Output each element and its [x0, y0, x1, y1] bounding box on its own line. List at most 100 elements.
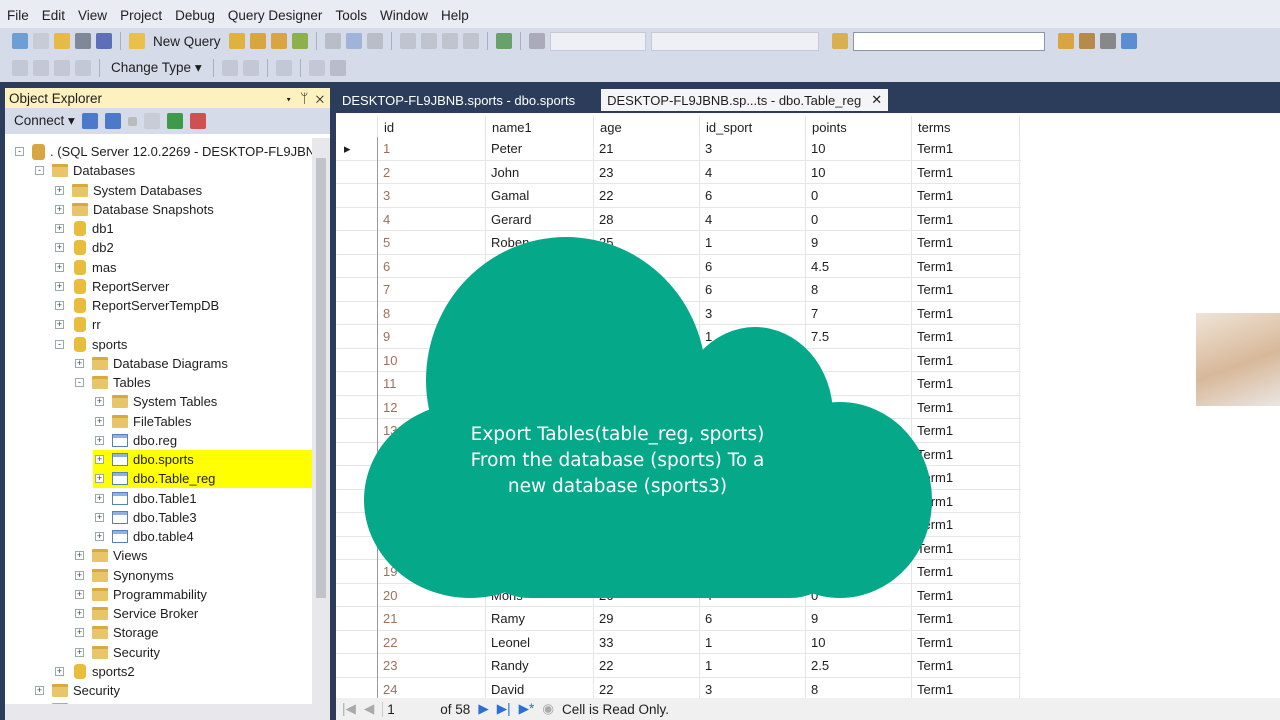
cell-points[interactable] — [806, 489, 912, 513]
tree-node[interactable]: + dbo.sports — [93, 450, 312, 469]
cell-id[interactable]: 24 — [378, 677, 486, 698]
tree-node[interactable]: + mas — [55, 258, 117, 277]
cell-age[interactable]: 23 — [594, 160, 700, 184]
cell-id[interactable]: 7 — [378, 278, 486, 302]
table-row[interactable]: 4 Gerard 28 4 0 Term1 — [336, 207, 1021, 231]
expand-icon[interactable]: + — [55, 281, 64, 291]
stop-icon[interactable] — [127, 116, 137, 126]
tree-node[interactable]: + ReportServer — [55, 277, 169, 296]
cell-terms[interactable]: Term1 — [912, 137, 1020, 161]
cell-points[interactable]: 8 — [806, 677, 912, 698]
save-icon[interactable] — [75, 33, 91, 49]
new-project-icon[interactable] — [12, 33, 28, 49]
cell-id_sport[interactable]: 6 — [700, 278, 806, 302]
cell-id[interactable]: 19 — [378, 560, 486, 584]
cell-id_sport[interactable] — [700, 536, 806, 560]
expand-icon[interactable]: + — [75, 628, 84, 638]
tree-node[interactable]: + dbo.table4 — [95, 527, 194, 546]
cell-id_sport[interactable]: 6 — [700, 254, 806, 278]
solution-config-dropdown[interactable] — [549, 31, 646, 51]
cell-id_sport[interactable] — [700, 513, 806, 537]
table-row[interactable]: 11 Term1 — [336, 372, 1021, 396]
expand-icon[interactable]: + — [95, 532, 104, 541]
tree-node[interactable]: + Security — [75, 643, 160, 662]
paste-icon[interactable] — [366, 33, 383, 49]
cell-name1[interactable]: Roben — [486, 231, 594, 255]
expand-icon[interactable]: + — [55, 301, 64, 310]
expand-icon[interactable]: + — [75, 551, 84, 561]
add-item-icon[interactable] — [33, 33, 49, 49]
table-row[interactable]: 6 6 4.5 Term1 — [336, 254, 1021, 278]
cell-id[interactable]: 6 — [378, 254, 486, 278]
expand-icon[interactable]: + — [95, 474, 104, 484]
navigate-back-icon[interactable] — [441, 33, 458, 49]
cell-terms[interactable]: Term1 — [912, 160, 1020, 184]
redo-icon[interactable] — [420, 33, 437, 49]
cell-id_sport[interactable]: 6 — [700, 184, 806, 208]
cell-terms[interactable]: Term1 — [912, 607, 1020, 631]
new-query-button[interactable]: New Query — [150, 34, 224, 49]
tree-node[interactable]: + FileTables — [95, 412, 192, 431]
cell-terms[interactable]: Term1 — [912, 372, 1020, 396]
cell-age[interactable]: 21 — [594, 137, 700, 161]
cell-points[interactable] — [806, 536, 912, 560]
collapse-icon[interactable]: - — [55, 339, 64, 349]
tree-node[interactable]: + dbo.Table3 — [95, 508, 197, 527]
expand-icon[interactable]: + — [55, 243, 64, 253]
menu-query-designer[interactable]: Query Designer — [223, 8, 331, 23]
row-selector[interactable] — [336, 254, 378, 278]
cell-age[interactable]: 33 — [594, 630, 700, 654]
close-tab-icon[interactable]: ✕ — [871, 92, 882, 108]
cell-age[interactable] — [594, 560, 700, 584]
table-row[interactable]: 19 Term1 — [336, 560, 1021, 584]
cell-id_sport[interactable]: 3 — [700, 677, 806, 698]
dmx-query-icon[interactable] — [270, 33, 287, 49]
expand-icon[interactable]: + — [95, 397, 104, 407]
window-icon[interactable] — [1120, 33, 1137, 49]
cell-points[interactable] — [806, 466, 912, 490]
cell-id_sport[interactable]: 1 — [700, 654, 806, 678]
cell-name1[interactable] — [486, 278, 594, 302]
change-type-button[interactable]: Change Type ▾ — [108, 60, 205, 76]
table-row[interactable]: 2 John 23 4 10 Term1 — [336, 160, 1021, 184]
expand-icon[interactable]: + — [55, 262, 64, 272]
cell-name1[interactable] — [486, 513, 594, 537]
cell-id[interactable]: 17 — [378, 513, 486, 537]
dropdown-icon[interactable]: ▾ — [285, 91, 293, 106]
cell-age[interactable]: 29 — [594, 607, 700, 631]
cell-points[interactable] — [806, 372, 912, 396]
cell-terms[interactable]: Term1 — [912, 630, 1020, 654]
record-number-input[interactable]: 1 — [382, 701, 432, 717]
cell-age[interactable]: 28 — [594, 207, 700, 231]
tree-horizontal-scrollbar[interactable] — [5, 704, 330, 720]
tree-node[interactable]: - . (SQL Server 12.0.2269 - DESKTOP-FL9JB… — [15, 142, 312, 161]
cell-terms[interactable]: Term1 — [912, 301, 1020, 325]
expand-icon[interactable]: + — [95, 416, 104, 426]
expand-icon[interactable]: + — [55, 185, 64, 195]
undo-icon[interactable] — [399, 33, 416, 49]
row-selector[interactable] — [336, 419, 378, 443]
menu-window[interactable]: Window — [375, 8, 436, 23]
row-selector[interactable] — [336, 160, 378, 184]
cell-id[interactable]: 18 — [378, 536, 486, 560]
row-selector[interactable]: ▸ — [336, 137, 378, 161]
cell-name1[interactable]: Gerard — [486, 207, 594, 231]
find-in-files-icon[interactable] — [831, 33, 848, 49]
cell-id[interactable]: 21 — [378, 607, 486, 631]
cell-age[interactable] — [594, 372, 700, 396]
expand-icon[interactable]: + — [75, 358, 84, 368]
table-row[interactable]: 3 Gamal 22 6 0 Term1 — [336, 184, 1021, 208]
cell-age[interactable]: 22 — [594, 184, 700, 208]
cell-terms[interactable]: Term1 — [912, 231, 1020, 255]
table-row[interactable]: 23 Randy 22 1 2.5 Term1 — [336, 654, 1021, 678]
expand-icon[interactable]: + — [95, 435, 104, 445]
menu-edit[interactable]: Edit — [37, 8, 73, 23]
cell-terms[interactable]: Term1 — [912, 419, 1020, 443]
column-header-age[interactable]: age — [594, 116, 700, 138]
new-record-icon[interactable]: ▶* — [519, 701, 535, 717]
stop-query-icon[interactable]: ◉ — [542, 701, 554, 717]
cell-points[interactable] — [806, 348, 912, 372]
last-record-icon[interactable]: ▶| — [497, 701, 511, 717]
open-file-icon[interactable] — [54, 33, 70, 49]
table-row[interactable]: 17 Term1 — [336, 513, 1021, 537]
